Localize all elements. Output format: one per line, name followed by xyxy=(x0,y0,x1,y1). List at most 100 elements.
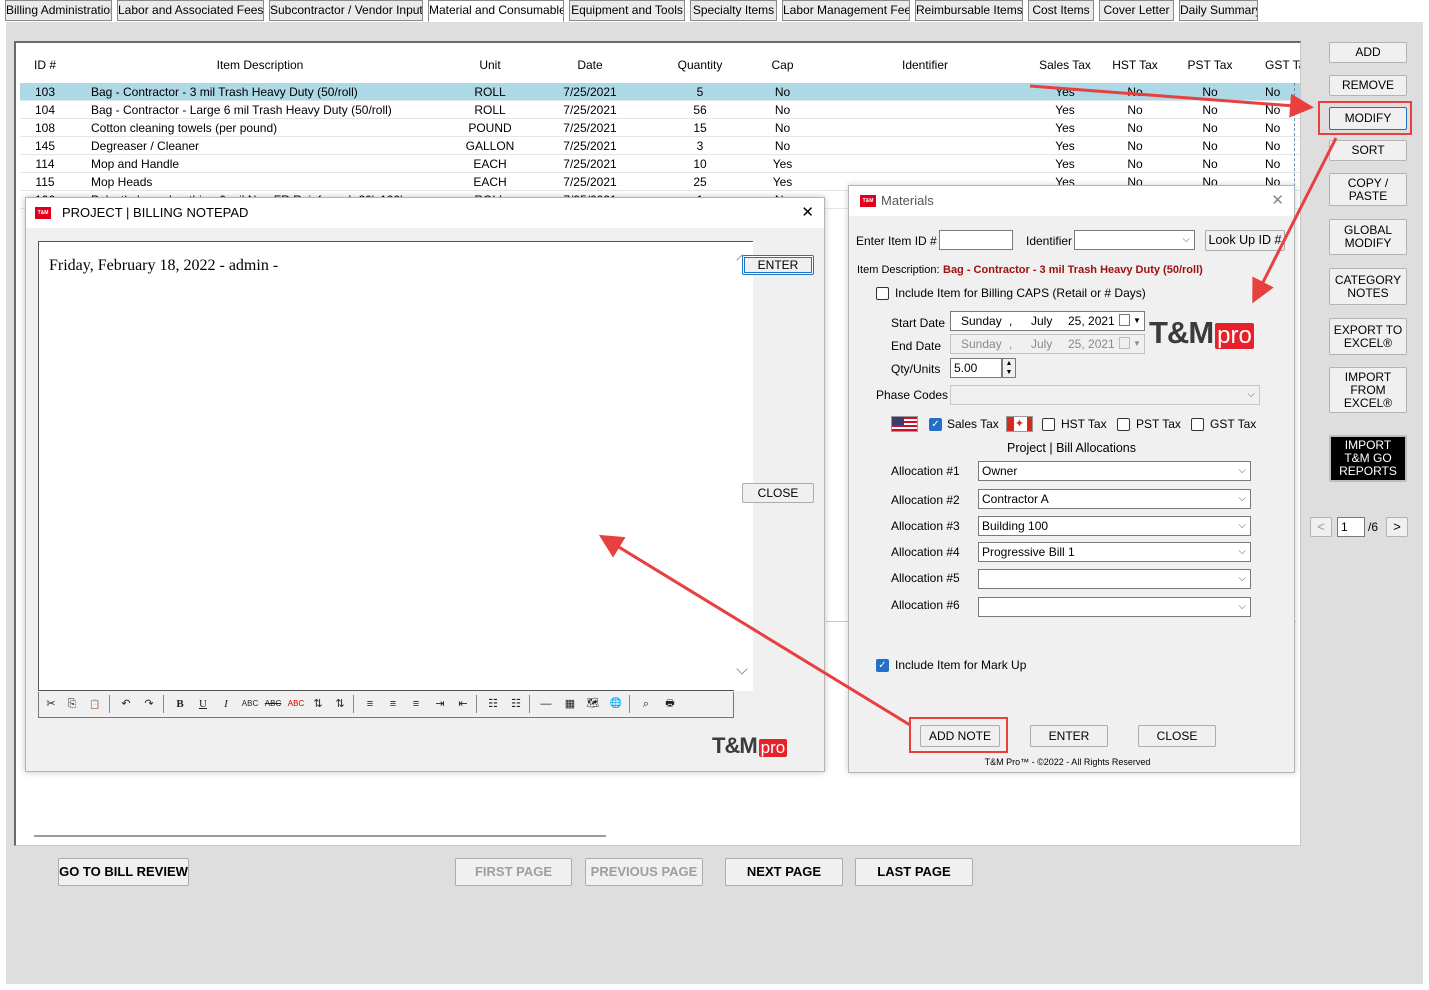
col-header-gst-tax[interactable]: GST Tax xyxy=(1265,53,1300,77)
phase-codes-select[interactable]: ⌵ xyxy=(950,385,1260,405)
billing-caps-checkbox[interactable] xyxy=(876,287,889,300)
col-header-id[interactable]: ID # xyxy=(20,53,70,77)
underline-icon[interactable]: U xyxy=(194,696,212,712)
align-right-icon[interactable]: ≡ xyxy=(407,696,425,712)
italic-icon[interactable]: I xyxy=(217,696,235,712)
col-header-unit[interactable]: Unit xyxy=(450,53,530,77)
item-id-input[interactable] xyxy=(939,230,1013,250)
horizontal-scrollbar[interactable] xyxy=(34,835,606,837)
allocation-3-select[interactable]: Building 100 ⌵ xyxy=(978,516,1251,536)
copy-icon[interactable]: ⎘ xyxy=(63,696,81,712)
col-header-quantity[interactable]: Quantity xyxy=(660,53,740,77)
next-page-button[interactable]: NEXT PAGE xyxy=(725,858,843,886)
allocation-1-select[interactable]: Owner ⌵ xyxy=(978,461,1251,481)
find-icon[interactable]: ⌕ xyxy=(637,696,655,712)
previous-page-button[interactable]: PREVIOUS PAGE xyxy=(585,858,703,886)
col-header-date[interactable]: Date xyxy=(550,53,630,77)
calendar-icon[interactable] xyxy=(1119,337,1130,349)
tab-labor-and-associated-fees[interactable]: Labor and Associated Fees xyxy=(117,0,264,21)
undo-icon[interactable]: ↶ xyxy=(117,696,135,712)
numbered-list-icon[interactable]: ☷ xyxy=(507,696,525,712)
look-up-id-button[interactable]: Look Up ID # xyxy=(1205,230,1285,251)
sort-descending-icon[interactable]: ⇅ xyxy=(331,696,349,712)
allocation-5-select[interactable]: ⌵ xyxy=(978,569,1251,589)
mark-up-checkbox[interactable]: ✓ xyxy=(876,659,889,672)
scroll-down-icon[interactable] xyxy=(736,663,748,675)
tab-material-and-consumable[interactable]: Material and Consumable xyxy=(428,0,564,22)
calendar-icon[interactable] xyxy=(1119,314,1130,326)
allocation-6-select[interactable]: ⌵ xyxy=(978,597,1251,617)
col-header-cap[interactable]: Cap xyxy=(760,53,805,77)
tab-reimbursable-items[interactable]: Reimbursable Items xyxy=(915,0,1023,21)
table-icon[interactable]: ▦ xyxy=(561,696,579,712)
start-date-picker[interactable]: Sunday , July 25, 2021 ▼ xyxy=(950,311,1145,331)
indent-icon[interactable]: ⇥ xyxy=(431,696,449,712)
allocation-4-select[interactable]: Progressive Bill 1 ⌵ xyxy=(978,542,1251,562)
table-row[interactable]: 104 Bag - Contractor - Large 6 mil Trash … xyxy=(20,101,1300,119)
remove-button[interactable]: REMOVE xyxy=(1329,75,1407,96)
close-icon[interactable]: ✕ xyxy=(801,198,814,228)
notepad-close-button[interactable]: CLOSE xyxy=(742,483,814,503)
pst-tax-checkbox[interactable] xyxy=(1117,418,1130,431)
col-header-identifier[interactable]: Identifier xyxy=(880,53,970,77)
tab-equipment-and-tools[interactable]: Equipment and Tools xyxy=(569,0,685,21)
font-color-icon[interactable]: ABC xyxy=(285,696,307,712)
col-header-item-description[interactable]: Item Description xyxy=(140,53,380,77)
table-row[interactable]: 114 Mop and Handle EACH 7/25/2021 10 Yes Yes No… xyxy=(20,155,1300,173)
end-date-picker[interactable]: Sunday , July 25, 2021 ▼ xyxy=(950,334,1145,354)
sort-ascending-icon[interactable]: ⇅ xyxy=(309,696,327,712)
font-icon[interactable]: ABC xyxy=(239,696,261,712)
tab-daily-summary[interactable]: Daily Summary xyxy=(1179,0,1258,21)
tab-cost-items[interactable]: Cost Items xyxy=(1028,0,1094,21)
tab-billing-administration[interactable]: Billing Administration xyxy=(5,0,112,21)
image-icon[interactable]: 🗺 xyxy=(584,696,602,712)
qty-stepper[interactable]: ▲ ▼ xyxy=(1002,358,1016,378)
category-notes-button[interactable]: CATEGORY NOTES xyxy=(1329,268,1407,305)
align-center-icon[interactable]: ≡ xyxy=(384,696,402,712)
table-row[interactable]: 108 Cotton cleaning towels (per pound) POU… xyxy=(20,119,1300,137)
sort-button[interactable]: SORT xyxy=(1329,140,1407,161)
cut-icon[interactable]: ✂ xyxy=(42,696,60,712)
close-icon[interactable]: ✕ xyxy=(1271,186,1284,216)
pager-next-button[interactable]: > xyxy=(1386,517,1408,537)
pager-prev-button[interactable]: < xyxy=(1310,517,1332,537)
gst-tax-checkbox[interactable] xyxy=(1191,418,1204,431)
bullet-list-icon[interactable]: ☷ xyxy=(484,696,502,712)
col-header-pst-tax[interactable]: PST Tax xyxy=(1180,53,1240,77)
notepad-text-area[interactable]: Friday, February 18, 2022 - admin - xyxy=(38,241,734,691)
go-to-bill-review-button[interactable]: GO TO BILL REVIEW xyxy=(58,858,189,886)
redo-icon[interactable]: ↷ xyxy=(140,696,158,712)
table-row[interactable]: 103 Bag - Contractor - 3 mil Trash Heavy … xyxy=(20,83,1300,101)
identifier-select[interactable]: ⌵ xyxy=(1074,230,1195,250)
outdent-icon[interactable]: ⇤ xyxy=(454,696,472,712)
hst-tax-checkbox[interactable] xyxy=(1042,418,1055,431)
first-page-button[interactable]: FIRST PAGE xyxy=(455,858,572,886)
horizontal-rule-icon[interactable]: — xyxy=(537,696,555,712)
tab-cover-letter[interactable]: Cover Letter xyxy=(1099,0,1174,21)
hyperlink-icon[interactable]: 🌐 xyxy=(607,696,625,712)
print-icon[interactable]: 🖶 xyxy=(661,696,679,712)
add-button[interactable]: ADD xyxy=(1329,42,1407,63)
notepad-scrollbar[interactable] xyxy=(734,241,753,691)
import-tm-go-reports-button[interactable]: IMPORT T&M GO REPORTS xyxy=(1329,435,1407,482)
last-page-button[interactable]: LAST PAGE xyxy=(855,858,973,886)
global-modify-button[interactable]: GLOBAL MODIFY xyxy=(1329,219,1407,255)
page-number-input[interactable]: 1 xyxy=(1337,517,1365,537)
align-left-icon[interactable]: ≡ xyxy=(361,696,379,712)
tab-labor-management-fee[interactable]: Labor Management Fee xyxy=(782,0,910,21)
table-row[interactable]: 145 Degreaser / Cleaner GALLON 7/25/2021 3 No… xyxy=(20,137,1300,155)
qty-units-input[interactable]: 5.00 xyxy=(950,358,1002,378)
notepad-enter-button[interactable]: ENTER xyxy=(742,255,814,275)
allocation-2-select[interactable]: Contractor A ⌵ xyxy=(978,489,1251,509)
tab-subcontractor-vendor-input[interactable]: Subcontractor / Vendor Input xyxy=(269,0,423,21)
sales-tax-checkbox[interactable]: ✓ xyxy=(929,418,942,431)
tab-specialty-items[interactable]: Specialty Items xyxy=(690,0,777,21)
import-from-excel-button[interactable]: IMPORT FROM EXCEL® xyxy=(1329,367,1407,413)
materials-enter-button[interactable]: ENTER xyxy=(1030,725,1108,747)
export-to-excel-button[interactable]: EXPORT TO EXCEL® xyxy=(1329,318,1407,355)
materials-close-button[interactable]: CLOSE xyxy=(1138,725,1216,747)
col-header-hst-tax[interactable]: HST Tax xyxy=(1105,53,1165,77)
copy-paste-button[interactable]: COPY / PASTE xyxy=(1329,173,1407,206)
paste-icon[interactable]: 📋 xyxy=(86,696,104,712)
strikethrough-icon[interactable]: ABC xyxy=(262,696,284,712)
